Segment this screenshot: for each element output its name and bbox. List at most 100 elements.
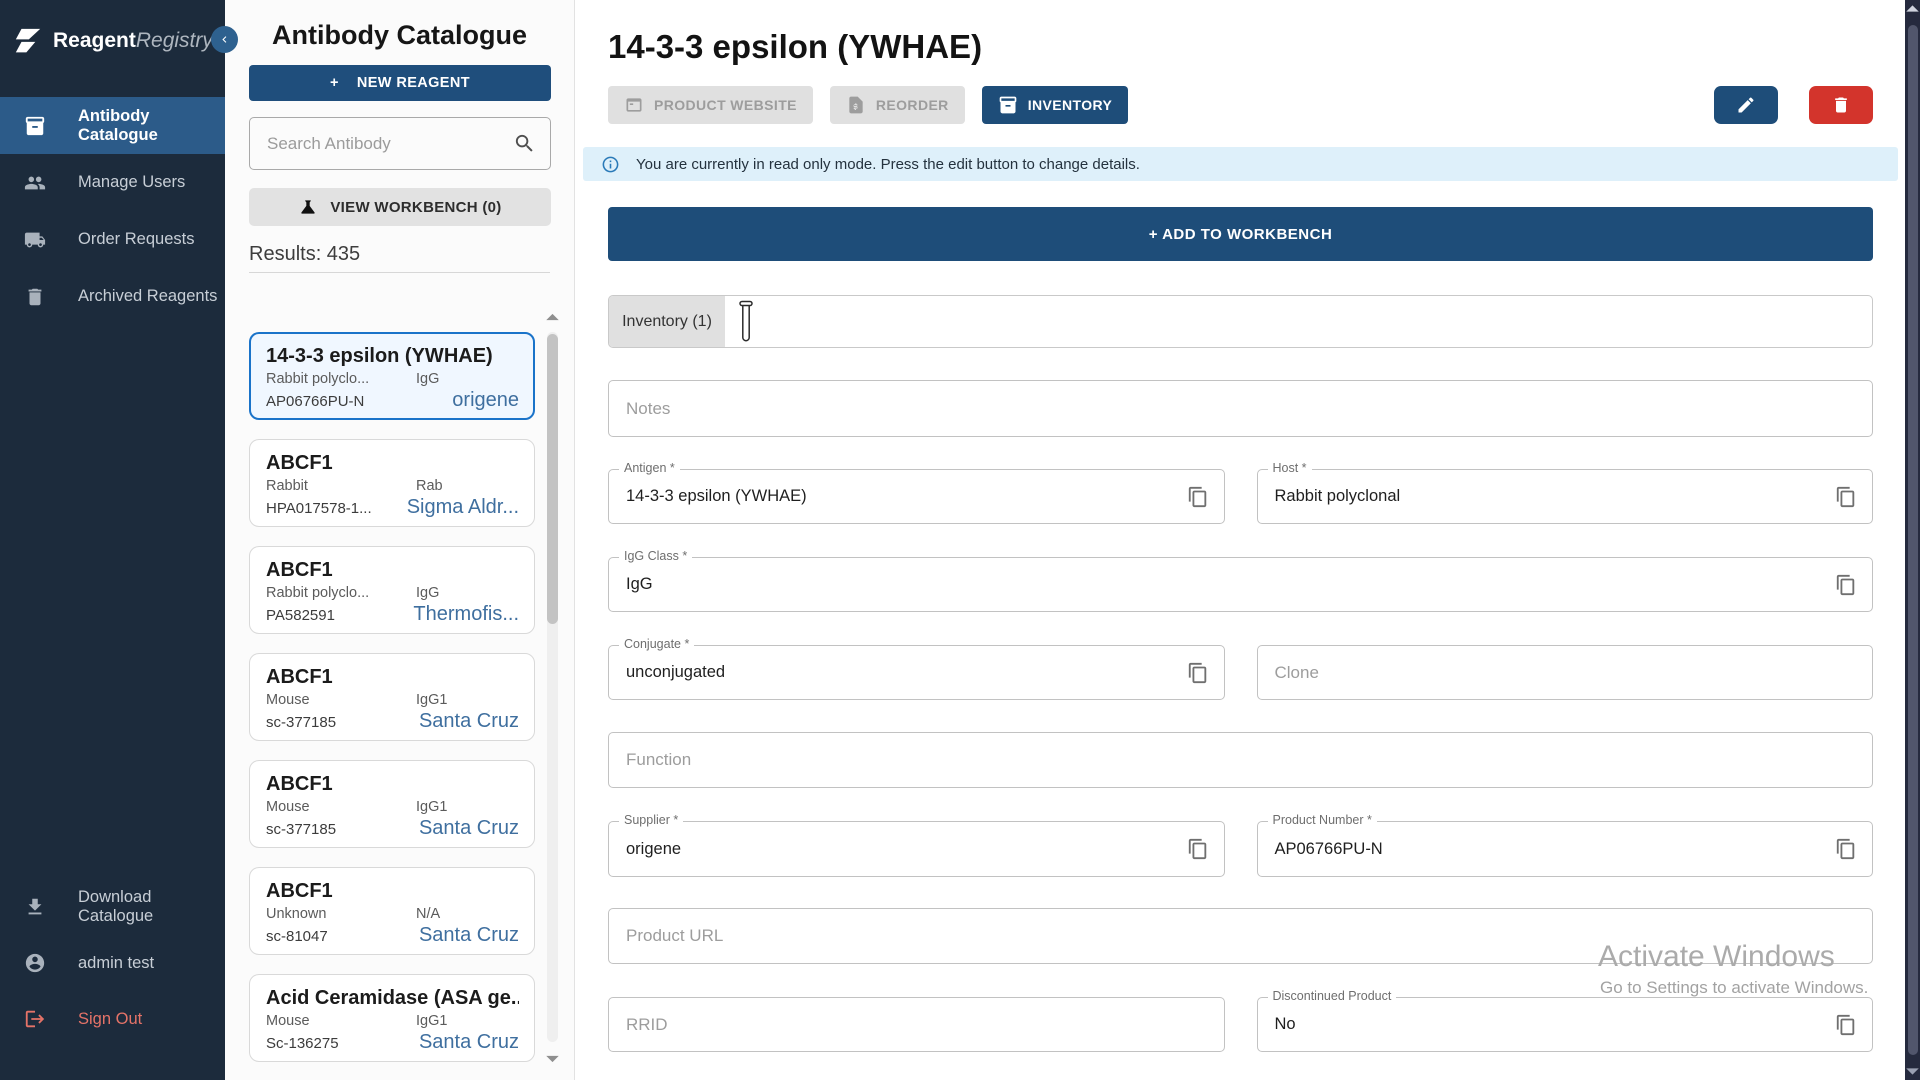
scroll-down-icon[interactable]	[1905, 1067, 1920, 1076]
reorder-label: REORDER	[875, 97, 949, 113]
antibody-card[interactable]: ABCF1 Mouse IgG1 sc-377185 Santa Cruz	[249, 760, 535, 848]
inventory-button[interactable]: INVENTORY	[981, 86, 1129, 124]
card-igg-class: Rab	[416, 478, 443, 494]
card-host: Mouse	[266, 1013, 310, 1029]
edit-button[interactable]	[1714, 86, 1778, 124]
card-product-code: Sc-136275	[266, 1035, 339, 1052]
antigen-field[interactable]: Antigen * 14-3-3 epsilon (YWHAE)	[608, 461, 1225, 524]
list-scrollbar[interactable]	[546, 313, 559, 1063]
product-number-field[interactable]: Product Number * AP06766PU-N	[1256, 813, 1873, 877]
delete-button[interactable]	[1809, 86, 1873, 124]
card-product-code: HPA017578-1...	[266, 500, 372, 517]
sidebar-item-antibody-catalogue[interactable]: Antibody Catalogue	[0, 97, 225, 154]
antibody-card[interactable]: ABCF1 Rabbit Rab HPA017578-1... Sigma Aldr…	[249, 439, 535, 527]
sidebar: ReagentRegistry Antibody Catalogue Manag…	[0, 0, 225, 1080]
notes-field[interactable]: Notes	[608, 380, 1873, 437]
catalogue-title: Antibody Catalogue	[272, 20, 527, 50]
copy-icon[interactable]	[1835, 574, 1857, 596]
reorder-button[interactable]: REORDER	[829, 86, 965, 124]
clone-field[interactable]: Clone	[1256, 645, 1873, 700]
antibody-card[interactable]: ABCF1 Mouse IgG1 sc-377185 Santa Cruz	[249, 653, 535, 741]
card-name: ABCF1	[266, 880, 333, 902]
sidebar-item-download-catalogue[interactable]: Download Catalogue	[0, 879, 225, 935]
copy-icon[interactable]	[1187, 838, 1209, 860]
scrollbar-thumb[interactable]	[547, 334, 558, 624]
card-name: ABCF1	[266, 559, 333, 581]
antibody-card-list: 14-3-3 epsilon (YWHAE) Rabbit polyclo...…	[249, 332, 535, 1062]
card-host: Rabbit polyclo...	[266, 585, 370, 601]
file-dollar-icon	[849, 96, 863, 114]
discontinued-product-field[interactable]: Discontinued Product No	[1256, 989, 1873, 1052]
inventory-label: INVENTORY	[1027, 97, 1113, 113]
card-igg-class: IgG1	[416, 1013, 448, 1029]
copy-icon[interactable]	[1835, 486, 1857, 508]
logout-icon	[25, 1010, 45, 1028]
card-supplier: Santa Cruz	[418, 817, 519, 839]
copy-icon[interactable]	[1187, 486, 1209, 508]
host-value: Rabbit polyclonal	[1274, 487, 1401, 505]
function-field[interactable]: Function	[608, 732, 1873, 788]
sidebar-collapse-button[interactable]	[211, 26, 238, 53]
discontinued-label: Discontinued Product	[1267, 989, 1397, 1003]
card-supplier: Santa Cruz	[418, 924, 519, 946]
pencil-icon	[1738, 97, 1754, 113]
igg-class-label: IgG Class *	[619, 549, 693, 563]
sidebar-item-label: Sign Out	[78, 1009, 143, 1028]
inventory-tab[interactable]: Inventory (1)	[609, 296, 725, 347]
sidebar-item-user-account[interactable]: admin test	[0, 935, 225, 991]
search-input[interactable]: Search Antibody	[249, 117, 551, 170]
card-igg-class: IgG	[416, 585, 440, 601]
supplier-field[interactable]: Supplier * origene	[608, 813, 1225, 877]
antibody-card[interactable]: ABCF1 Unknown N/A sc-81047 Santa Cruz	[249, 867, 535, 955]
scroll-up-icon[interactable]	[1905, 4, 1920, 13]
copy-icon[interactable]	[1187, 662, 1209, 684]
search-icon	[515, 134, 533, 152]
sidebar-item-label: Download Catalogue	[78, 888, 154, 925]
flask-icon	[301, 200, 316, 214]
catalogue-panel: Antibody Catalogue + NEW REAGENT Search …	[225, 0, 575, 1080]
sidebar-item-label: Manage Users	[78, 173, 186, 191]
card-host: Unknown	[266, 906, 327, 922]
antibody-card[interactable]: 14-3-3 epsilon (YWHAE) Rabbit polyclo...…	[249, 332, 535, 420]
sidebar-item-sign-out[interactable]: Sign Out	[0, 991, 225, 1047]
card-product-code: AP06766PU-N	[266, 393, 365, 410]
card-igg-class: IgG1	[416, 692, 448, 708]
igg-class-field[interactable]: IgG Class * IgG	[608, 549, 1873, 612]
host-field[interactable]: Host * Rabbit polyclonal	[1256, 461, 1873, 524]
test-tube-icon	[739, 300, 753, 341]
brand-icon	[15, 28, 41, 53]
card-igg-class: N/A	[416, 906, 441, 922]
detail-panel: 14-3-3 epsilon (YWHAE) PRODUCT WEBSITE R…	[576, 0, 1905, 1080]
trash-icon	[1835, 97, 1847, 113]
card-host: Rabbit	[266, 478, 308, 494]
window-scrollbar[interactable]	[1905, 0, 1920, 1080]
read-only-banner: You are currently in read only mode. Pre…	[583, 147, 1898, 181]
copy-icon[interactable]	[1835, 838, 1857, 860]
card-supplier: Santa Cruz	[418, 1031, 519, 1053]
product-website-button[interactable]: PRODUCT WEBSITE	[608, 86, 813, 124]
sidebar-item-manage-users[interactable]: Manage Users	[0, 154, 225, 211]
scrollbar-thumb[interactable]	[1907, 25, 1918, 1055]
account-circle-icon	[25, 953, 45, 973]
sidebar-item-archived-reagents[interactable]: Archived Reagents	[0, 268, 225, 325]
supplier-label: Supplier *	[619, 813, 684, 827]
card-supplier: Santa Cruz	[418, 710, 519, 732]
divider	[249, 272, 550, 273]
antibody-card[interactable]: ABCF1 Rabbit polyclo... IgG PA582591 Therm…	[249, 546, 535, 634]
igg-class-value: IgG	[626, 575, 653, 593]
brand-bold: Reagent	[53, 29, 136, 52]
new-reagent-button[interactable]: + NEW REAGENT	[249, 65, 551, 101]
add-to-workbench-button[interactable]: + ADD TO WORKBENCH	[608, 207, 1873, 261]
card-supplier: origene	[452, 389, 519, 411]
conjugate-field[interactable]: Conjugate * unconjugated	[608, 637, 1225, 700]
rrid-field[interactable]: RRID	[608, 997, 1225, 1052]
view-workbench-button[interactable]: VIEW WORKBENCH (0)	[249, 188, 551, 226]
copy-icon[interactable]	[1835, 1014, 1857, 1036]
sidebar-item-order-requests[interactable]: Order Requests	[0, 211, 225, 268]
results-count: Results: 435	[249, 243, 361, 265]
antibody-card[interactable]: Acid Ceramidase (ASA ge... Mouse IgG1 Sc-…	[249, 974, 535, 1062]
scroll-up-icon[interactable]	[545, 312, 560, 322]
product-url-field[interactable]: Product URL	[608, 908, 1873, 964]
inventory-box-icon	[25, 116, 45, 135]
scroll-down-icon[interactable]	[545, 1054, 560, 1064]
